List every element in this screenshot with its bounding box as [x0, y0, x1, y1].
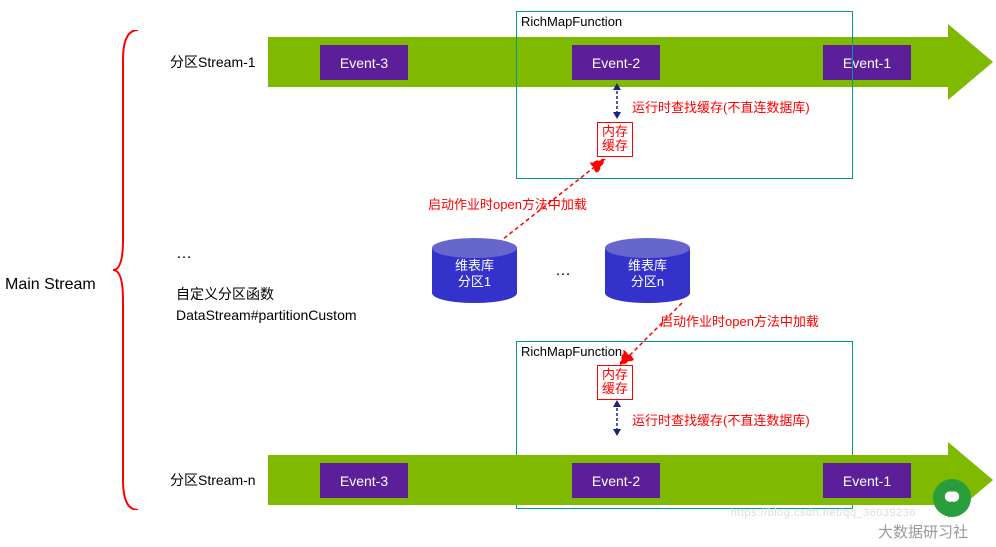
arrow-head-icon	[948, 24, 993, 100]
richmap-label: RichMapFunction	[521, 14, 622, 29]
startup-note-bottom: 启动作业时open方法中加载	[660, 311, 819, 330]
event-box: Event-2	[572, 463, 660, 498]
runtime-note-bottom: 运行时查找缓存(不直连数据库)	[632, 410, 810, 429]
startup-note-top: 启动作业时open方法中加载	[428, 194, 587, 213]
cache-label: 内存 缓存	[602, 124, 628, 153]
custom-partition-line1: 自定义分区函数	[176, 284, 274, 304]
bi-arrow-icon	[610, 400, 624, 436]
load-arrow-bottom	[620, 297, 690, 367]
cache-label: 内存 缓存	[602, 367, 628, 396]
wechat-icon	[933, 479, 971, 517]
event-box: Event-3	[320, 45, 408, 80]
db-label: 维表库 分区1	[432, 258, 517, 289]
cache-box-bottom: 内存 缓存	[597, 365, 633, 400]
db-dots: …	[555, 262, 571, 280]
custom-partition-line2: DataStream#partitionCustom	[176, 307, 357, 323]
watermark-text: 大数据研习社	[878, 521, 968, 542]
richmap-label: RichMapFunction	[521, 344, 622, 359]
event-box: Event-1	[823, 463, 911, 498]
db-label: 维表库 分区n	[605, 258, 690, 289]
runtime-note-top: 运行时查找缓存(不直连数据库)	[632, 97, 810, 116]
brace-icon	[113, 30, 143, 510]
richmap-box-top	[516, 11, 853, 179]
dots: …	[176, 245, 192, 263]
stream-1-label: 分区Stream-1	[170, 52, 256, 72]
bi-arrow-icon	[610, 83, 624, 119]
event-box: Event-3	[320, 463, 408, 498]
cache-box-top: 内存 缓存	[597, 122, 633, 157]
diagram-canvas: Main Stream 分区Stream-1 Event-3 Event-2 E…	[0, 0, 996, 547]
db-partition-1: 维表库 分区1	[432, 238, 517, 308]
stream-n-label: 分区Stream-n	[170, 470, 256, 490]
watermark-url: https://blog.csdn.net/qq_36039236	[731, 507, 916, 519]
main-stream-label: Main Stream	[5, 276, 96, 294]
